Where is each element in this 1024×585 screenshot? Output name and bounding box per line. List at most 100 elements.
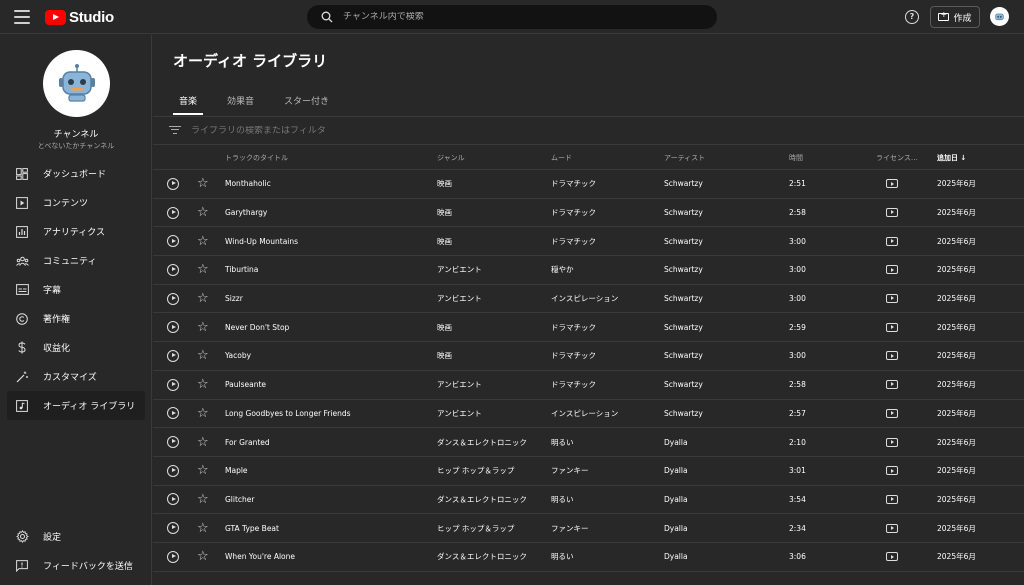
track-title: Garythargy <box>225 208 268 218</box>
play-icon[interactable] <box>167 464 179 477</box>
top-bar: Studio ? 作成 <box>0 0 1024 34</box>
table-row[interactable]: ☆ Garythargy 映画 ドラマチック Schwartzy 2:58 20… <box>153 199 1024 228</box>
account-avatar[interactable] <box>990 7 1009 26</box>
play-icon[interactable] <box>167 493 179 506</box>
tab-starred[interactable]: スター付き <box>278 95 335 115</box>
sidebar-item-content[interactable]: コンテンツ <box>7 188 145 217</box>
table-row[interactable]: ☆ Yacoby 映画 ドラマチック Schwartzy 3:00 2025年6… <box>153 342 1024 371</box>
table-row[interactable]: ☆ Maple ヒップ ホップ＆ラップ ファンキー Dyalla 3:01 20… <box>153 457 1024 486</box>
sidebar-item-label: アナリティクス <box>43 228 106 238</box>
star-icon[interactable]: ☆ <box>197 349 209 362</box>
youtube-license-icon[interactable] <box>886 208 898 218</box>
sidebar-item-subtitles[interactable]: 字幕 <box>7 275 145 304</box>
sidebar-item-monetization[interactable]: 収益化 <box>7 333 145 362</box>
play-icon[interactable] <box>167 378 179 391</box>
help-icon[interactable]: ? <box>905 10 919 24</box>
youtube-license-icon[interactable] <box>886 437 898 447</box>
table-row[interactable]: ☆ Long Goodbyes to Longer Friends アンビエント… <box>153 400 1024 429</box>
column-header-artist[interactable]: アーティスト <box>664 146 705 169</box>
sidebar-item-audio-library[interactable]: オーディオ ライブラリ <box>7 391 145 420</box>
sidebar-item-copyright[interactable]: 著作権 <box>7 304 145 333</box>
tab-music[interactable]: 音楽 <box>173 95 204 115</box>
menu-icon[interactable] <box>14 10 30 24</box>
star-icon[interactable]: ☆ <box>197 177 209 190</box>
sidebar-nav: ダッシュボード コンテンツ アナリティクス コミュニティ 字幕 著作権 収益化 <box>7 159 145 420</box>
track-mood: ドラマチック <box>551 208 596 218</box>
youtube-license-icon[interactable] <box>886 236 898 246</box>
create-button[interactable]: 作成 <box>930 6 980 28</box>
star-icon[interactable]: ☆ <box>197 206 209 219</box>
track-title: Yacoby <box>225 351 252 361</box>
play-icon[interactable] <box>167 321 179 334</box>
star-icon[interactable]: ☆ <box>197 436 209 449</box>
sidebar-item-customize[interactable]: カスタマイズ <box>7 362 145 391</box>
star-icon[interactable]: ☆ <box>197 407 209 420</box>
sidebar-item-dashboard[interactable]: ダッシュボード <box>7 159 145 188</box>
column-header-title[interactable]: トラックのタイトル <box>225 146 288 169</box>
table-row[interactable]: ☆ GTA Type Beat ヒップ ホップ＆ラップ ファンキー Dyalla… <box>153 514 1024 543</box>
star-icon[interactable]: ☆ <box>197 550 209 563</box>
star-icon[interactable]: ☆ <box>197 292 209 305</box>
youtube-license-icon[interactable] <box>886 294 898 304</box>
column-header-date[interactable]: 追加日 ↓ <box>937 146 966 169</box>
youtube-license-icon[interactable] <box>886 179 898 189</box>
youtube-license-icon[interactable] <box>886 351 898 361</box>
play-icon[interactable] <box>167 263 179 276</box>
star-icon[interactable]: ☆ <box>197 378 209 391</box>
sidebar-item-community[interactable]: コミュニティ <box>7 246 145 275</box>
star-icon[interactable]: ☆ <box>197 522 209 535</box>
column-header-time[interactable]: 時間 <box>789 146 803 169</box>
youtube-license-icon[interactable] <box>886 523 898 533</box>
table-row[interactable]: ☆ Never Don't Stop 映画 ドラマチック Schwartzy 2… <box>153 313 1024 343</box>
track-title: For Granted <box>225 437 270 447</box>
sidebar-item-feedback[interactable]: フィードバックを送信 <box>7 551 145 580</box>
table-row[interactable]: ☆ Tiburtina アンビエント 穏やか Schwartzy 3:00 20… <box>153 256 1024 285</box>
sidebar-item-settings[interactable]: 設定 <box>7 522 145 551</box>
star-icon[interactable]: ☆ <box>197 493 209 506</box>
youtube-license-icon[interactable] <box>886 322 898 332</box>
filter-icon[interactable] <box>169 125 181 136</box>
dollar-icon <box>15 341 29 355</box>
track-mood: ドラマチック <box>551 380 596 390</box>
page-title: オーディオ ライブラリ <box>173 52 328 70</box>
column-header-mood[interactable]: ムード <box>551 146 572 169</box>
table-row[interactable]: ☆ Paulseante アンビエント ドラマチック Schwartzy 2:5… <box>153 371 1024 400</box>
table-row[interactable]: ☆ Monthaholic 映画 ドラマチック Schwartzy 2:51 2… <box>153 170 1024 199</box>
search-input[interactable] <box>343 12 683 22</box>
track-artist: Schwartzy <box>664 208 703 218</box>
table-row[interactable]: ☆ When You're Alone ダンス＆エレクトロニック 明るい Dya… <box>153 543 1024 572</box>
star-icon[interactable]: ☆ <box>197 464 209 477</box>
channel-avatar[interactable] <box>43 50 110 117</box>
youtube-license-icon[interactable] <box>886 552 898 562</box>
youtube-license-icon[interactable] <box>886 466 898 476</box>
track-mood: インスピレーション <box>551 294 619 304</box>
table-row[interactable]: ☆ For Granted ダンス＆エレクトロニック 明るい Dyalla 2:… <box>153 428 1024 457</box>
star-icon[interactable]: ☆ <box>197 235 209 248</box>
studio-logo[interactable]: Studio <box>45 8 114 26</box>
search-icon[interactable] <box>313 5 341 29</box>
filter-input[interactable] <box>191 125 491 136</box>
play-icon[interactable] <box>167 550 179 563</box>
play-icon[interactable] <box>167 407 179 420</box>
play-icon[interactable] <box>167 436 179 449</box>
sidebar-item-analytics[interactable]: アナリティクス <box>7 217 145 246</box>
play-icon[interactable] <box>167 177 179 190</box>
youtube-license-icon[interactable] <box>886 265 898 275</box>
youtube-license-icon[interactable] <box>886 494 898 504</box>
tab-sound-effects[interactable]: 効果音 <box>221 95 260 115</box>
column-header-license[interactable]: ライセンス… <box>876 146 918 169</box>
play-icon[interactable] <box>167 206 179 219</box>
youtube-license-icon[interactable] <box>886 408 898 418</box>
star-icon[interactable]: ☆ <box>197 263 209 276</box>
table-row[interactable]: ☆ Glitcher ダンス＆エレクトロニック 明るい Dyalla 3:54 … <box>153 486 1024 515</box>
table-row[interactable]: ☆ Wind-Up Mountains 映画 ドラマチック Schwartzy … <box>153 227 1024 257</box>
play-icon[interactable] <box>167 522 179 535</box>
star-icon[interactable]: ☆ <box>197 321 209 334</box>
play-icon[interactable] <box>167 235 179 248</box>
track-genre: 映画 <box>437 208 452 218</box>
column-header-genre[interactable]: ジャンル <box>437 146 465 169</box>
play-icon[interactable] <box>167 349 179 362</box>
play-icon[interactable] <box>167 292 179 305</box>
table-row[interactable]: ☆ Sizzr アンビエント インスピレーション Schwartzy 3:00 … <box>153 285 1024 314</box>
youtube-license-icon[interactable] <box>886 380 898 390</box>
